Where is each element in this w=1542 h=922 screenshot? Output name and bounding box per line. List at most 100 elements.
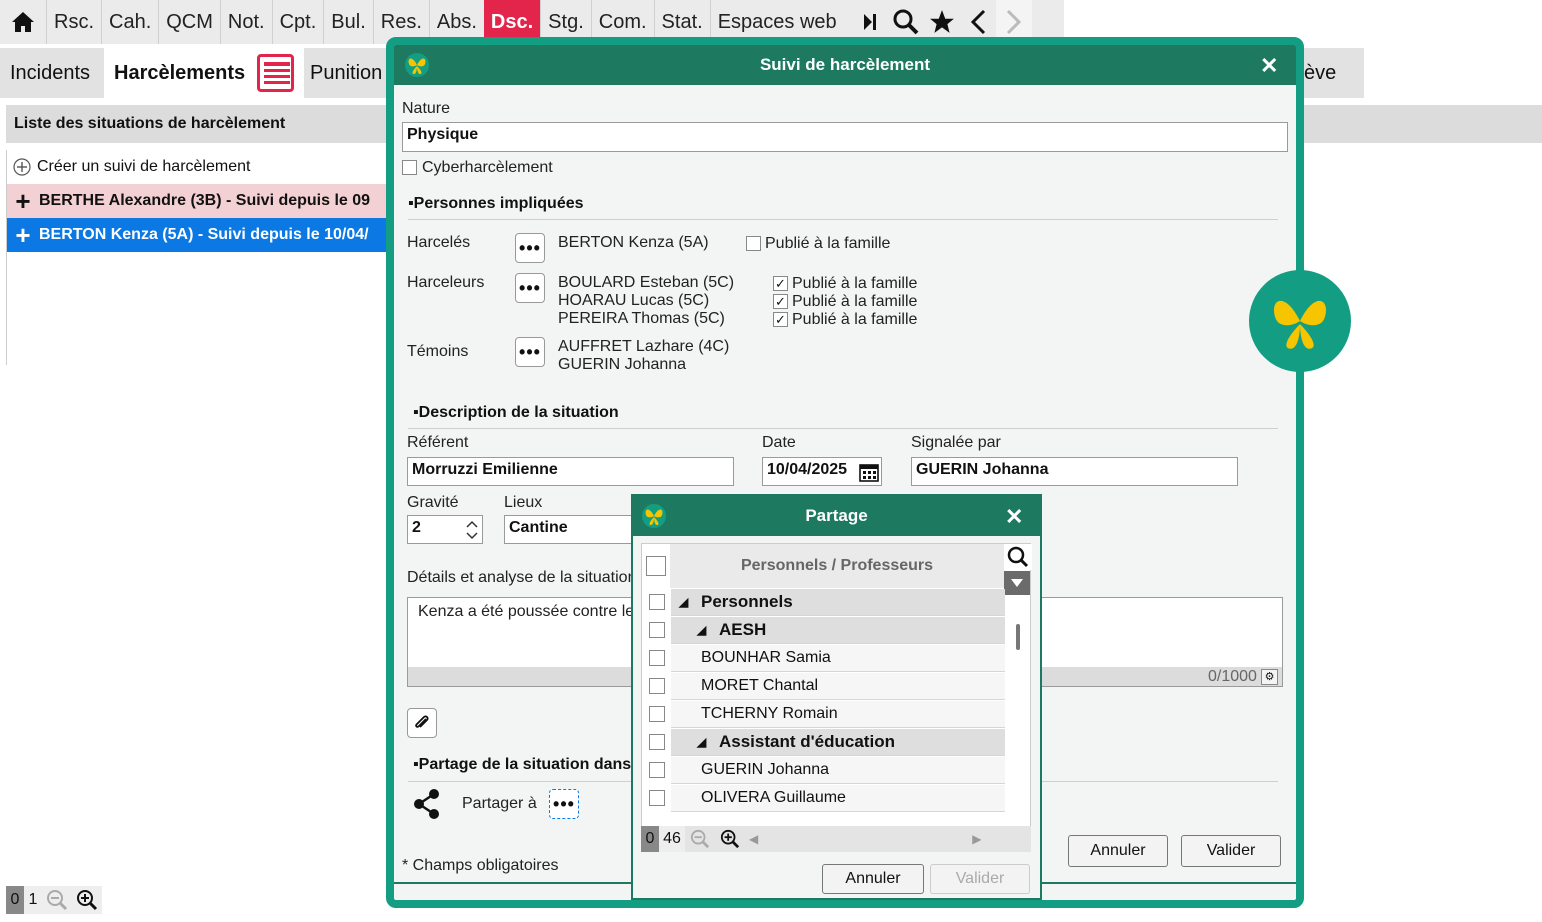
- butterfly-logo-icon: [642, 504, 666, 528]
- expand-plus-icon[interactable]: +: [13, 222, 33, 248]
- scroll-right-icon[interactable]: ▶: [972, 832, 981, 846]
- row-checkbox[interactable]: [649, 790, 665, 806]
- tab-harcelements-label: Harcèlements: [114, 61, 246, 84]
- nav-cpt[interactable]: Cpt.: [271, 0, 324, 44]
- row-checkbox[interactable]: [649, 734, 665, 750]
- nav-bul[interactable]: Bul.: [323, 0, 372, 44]
- harceles-more-button[interactable]: •••: [515, 233, 545, 263]
- temoins-more-button[interactable]: •••: [515, 337, 545, 367]
- temoins-label: Témoins: [407, 343, 469, 360]
- tab-incidents[interactable]: Incidents: [0, 48, 100, 98]
- select-all-checkbox[interactable]: [646, 556, 666, 576]
- harcele-name: BERTON Kenza (5A): [558, 234, 709, 251]
- row-checkbox[interactable]: [649, 678, 665, 694]
- dropdown-toggle-icon[interactable]: [1004, 571, 1030, 595]
- column-header[interactable]: Personnels / Professeurs: [670, 544, 1004, 588]
- expand-plus-icon[interactable]: +: [13, 188, 33, 214]
- butterfly-logo: [1249, 270, 1351, 372]
- tab-punitions[interactable]: Punition: [300, 48, 392, 98]
- zoom-in-icon[interactable]: [715, 826, 745, 852]
- row-label: Assistant d'éducation: [719, 732, 895, 751]
- signalee-label: Signalée par: [911, 434, 1001, 451]
- gravite-label: Gravité: [407, 494, 459, 511]
- list-item[interactable]: TCHERNY Romain: [671, 701, 1005, 728]
- list-group-row[interactable]: ◢ Assistant d'éducation: [671, 729, 1005, 756]
- date-label: Date: [762, 434, 796, 451]
- close-icon[interactable]: ✕: [1260, 53, 1278, 79]
- details-text: Kenza a été poussée contre le: [418, 603, 635, 620]
- scrollbar-thumb[interactable]: [1016, 624, 1020, 650]
- list-item[interactable]: BOUNHAR Samia: [671, 645, 1005, 672]
- divider: [408, 428, 1278, 429]
- partager-more-button[interactable]: •••: [549, 789, 579, 819]
- signalee-field[interactable]: GUERIN Johanna: [911, 457, 1238, 486]
- attachment-button[interactable]: [407, 708, 437, 738]
- collapse-triangle-icon[interactable]: ◢: [697, 735, 706, 749]
- list-group-row[interactable]: ◢ Personnels: [671, 589, 1005, 616]
- list-item[interactable]: MORET Chantal: [671, 673, 1005, 700]
- row-checkbox[interactable]: [649, 650, 665, 666]
- temoin-name: AUFFRET Lazhare (4C): [558, 338, 730, 355]
- publie-checkbox-checked[interactable]: ✓: [773, 294, 788, 309]
- row-checkbox[interactable]: [649, 762, 665, 778]
- tab-incidents-label: Incidents: [10, 61, 91, 84]
- calendar-icon[interactable]: [859, 462, 879, 482]
- nav-cah[interactable]: Cah.: [101, 0, 158, 44]
- list-group-row[interactable]: ◢ AESH: [671, 617, 1005, 644]
- cyber-checkbox[interactable]: [402, 160, 417, 175]
- required-note: * Champs obligatoires: [402, 857, 559, 874]
- publie-checkbox-checked[interactable]: ✓: [773, 312, 788, 327]
- list-item[interactable]: GUERIN Johanna: [671, 757, 1005, 784]
- harassment-list: Créer un suivi de harcèlement + BERTHE A…: [6, 150, 386, 365]
- row-checkbox[interactable]: [649, 706, 665, 722]
- zoom-out-icon[interactable]: [685, 826, 715, 852]
- row-checkbox[interactable]: [649, 594, 665, 610]
- settings-icon[interactable]: ⚙: [1261, 669, 1278, 685]
- cancel-button[interactable]: Annuler: [1068, 835, 1168, 867]
- publie-checkbox[interactable]: [746, 236, 761, 251]
- lieux-field[interactable]: Cantine: [504, 515, 644, 544]
- row-checkbox[interactable]: [649, 622, 665, 638]
- collapse-triangle-icon[interactable]: ◢: [679, 595, 688, 609]
- cyber-label: Cyberharcèlement: [422, 159, 553, 176]
- validate-button[interactable]: Valider: [1181, 835, 1281, 867]
- tab-punitions-label: Punition: [310, 61, 383, 84]
- close-icon[interactable]: ✕: [1005, 504, 1023, 530]
- scroll-left-icon[interactable]: ◀: [749, 832, 758, 846]
- partage-section-title: ▪Partage de la situation dans: [413, 756, 632, 773]
- list-item-selected[interactable]: + BERTON Kenza (5A) - Suivi depuis le 10…: [7, 218, 386, 252]
- nav-rsc[interactable]: Rsc.: [46, 0, 101, 44]
- tab-harcelements[interactable]: Harcèlements: [104, 48, 304, 98]
- home-icon[interactable]: [0, 0, 46, 44]
- publie-label: Publié à la famille: [765, 235, 891, 252]
- partage-section-label: Partage de la situation dans: [418, 756, 632, 773]
- partage-title-bar: Partage ✕: [633, 496, 1040, 536]
- partage-cancel-button[interactable]: Annuler: [822, 864, 924, 894]
- zoom-out-icon[interactable]: [42, 886, 72, 914]
- partage-validate-button[interactable]: Valider: [930, 864, 1030, 894]
- list-icon: [257, 54, 294, 92]
- stepper-arrows-icon[interactable]: [463, 517, 481, 543]
- count-b: 46: [659, 826, 685, 852]
- list-item[interactable]: OLIVERA Guillaume: [671, 785, 1005, 812]
- create-followup-row[interactable]: Créer un suivi de harcèlement: [7, 150, 386, 184]
- char-counter: 0/1000: [1208, 668, 1257, 685]
- harceleurs-label: Harceleurs: [407, 274, 485, 291]
- publie-checkbox-checked[interactable]: ✓: [773, 276, 788, 291]
- search-icon[interactable]: [1004, 544, 1032, 570]
- list-item[interactable]: + BERTHE Alexandre (3B) - Suivi depuis l…: [7, 184, 386, 218]
- zoom-count-a: 0: [6, 886, 24, 914]
- collapse-triangle-icon[interactable]: ◢: [697, 623, 706, 637]
- zoom-in-icon[interactable]: [72, 886, 102, 914]
- dialog-title-bar: Suivi de harcèlement ✕: [394, 45, 1296, 85]
- referent-field[interactable]: Morruzzi Emilienne: [407, 457, 734, 486]
- publie-label: Publié à la famille: [792, 275, 918, 292]
- harceleurs-more-button[interactable]: •••: [515, 273, 545, 303]
- nav-qcm[interactable]: QCM: [158, 0, 220, 44]
- nature-field[interactable]: Physique: [402, 122, 1288, 152]
- harceles-label: Harcelés: [407, 234, 471, 251]
- butterfly-logo-icon: [405, 53, 429, 77]
- nav-not[interactable]: Not.: [219, 0, 272, 44]
- desc-section-label: Description de la situation: [418, 404, 619, 421]
- referent-label: Référent: [407, 434, 469, 451]
